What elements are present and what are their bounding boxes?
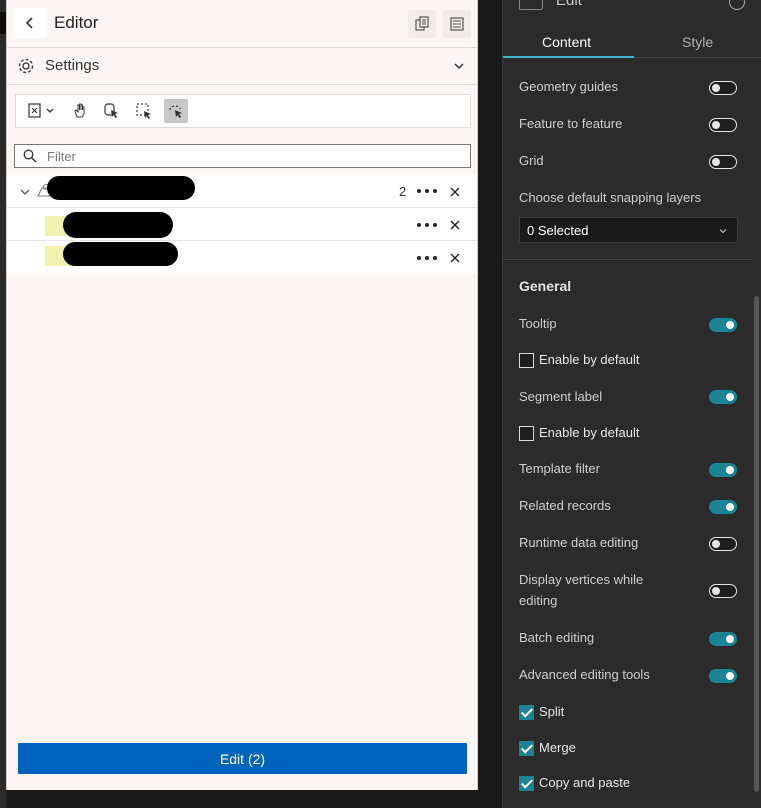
related-records-toggle[interactable] <box>709 500 737 514</box>
template-filter-label: Template filter <box>519 461 600 476</box>
segment-label-toggle[interactable] <box>709 390 737 404</box>
segment-enable-checkbox[interactable] <box>519 426 534 441</box>
tooltip-toggle[interactable] <box>709 318 737 332</box>
display-vertices-label-line2: editing <box>519 593 558 608</box>
snapping-layers-label: Choose default snapping layers <box>519 190 702 205</box>
layer-list: 2 <box>7 174 477 274</box>
merge-checkbox[interactable] <box>519 741 534 756</box>
template-filter-toggle[interactable] <box>709 463 737 477</box>
advanced-tools-toggle[interactable] <box>709 669 737 683</box>
related-records-label: Related records <box>519 498 611 513</box>
settings-panel: Edit Content Style Geometry guides Featu… <box>502 0 761 808</box>
editor-panel: Editor Settings Filter 2 Edit (2) <box>6 0 478 790</box>
more-options-button[interactable] <box>417 252 437 264</box>
app-root: Editor Settings Filter 2 Edit (2) Edit C… <box>0 0 761 808</box>
snapping-layers-select[interactable]: 0 Selected <box>519 217 738 243</box>
gear-icon <box>18 58 34 74</box>
batch-editing-toggle[interactable] <box>709 632 737 646</box>
general-section-title: General <box>519 278 572 294</box>
chevron-down-icon <box>454 63 464 70</box>
close-icon[interactable] <box>449 219 461 231</box>
panel-title: Edit <box>556 0 582 9</box>
snapping-layers-value: 0 Selected <box>527 222 589 238</box>
feature-row[interactable] <box>7 208 477 241</box>
layout-button[interactable] <box>443 10 471 38</box>
lasso-select-tool[interactable] <box>164 99 188 123</box>
select-feature-tool[interactable] <box>100 99 124 123</box>
batch-editing-label: Batch editing <box>519 630 595 645</box>
redacted-feature-name <box>63 212 173 238</box>
geometry-guides-label: Geometry guides <box>519 79 618 94</box>
search-icon <box>23 149 37 163</box>
segment-enable-label: Enable by default <box>539 425 640 440</box>
split-checkbox[interactable] <box>519 705 534 720</box>
rectangle-select-icon <box>136 103 151 119</box>
tab-content[interactable]: Content <box>542 34 591 50</box>
display-vertices-toggle[interactable] <box>709 584 737 598</box>
settings-row[interactable]: Settings <box>7 48 477 85</box>
runtime-data-editing-toggle[interactable] <box>709 537 737 551</box>
advanced-tools-label: Advanced editing tools <box>519 667 650 682</box>
display-vertices-label-line1: Display vertices while <box>519 572 644 587</box>
active-tab-indicator <box>503 56 634 58</box>
editor-title: Editor <box>54 13 99 32</box>
copy-paste-checkbox[interactable] <box>519 776 534 791</box>
copy-paste-label: Copy and paste <box>539 775 631 790</box>
geometry-guides-toggle[interactable] <box>709 81 737 95</box>
select-feature-icon <box>104 103 118 118</box>
runtime-data-editing-label: Runtime data editing <box>519 535 639 550</box>
grid-label: Grid <box>519 153 544 168</box>
back-button[interactable] <box>13 8 47 38</box>
scrollbar[interactable] <box>754 296 759 792</box>
info-icon[interactable] <box>729 0 745 10</box>
more-options-button[interactable] <box>417 185 437 197</box>
tab-style[interactable]: Style <box>682 34 713 50</box>
pan-tool[interactable] <box>68 99 92 123</box>
feature-to-feature-label: Feature to feature <box>519 116 623 131</box>
tooltip-enable-checkbox[interactable] <box>519 353 534 368</box>
grid-toggle[interactable] <box>709 155 737 169</box>
redacted-layer-name <box>47 176 195 200</box>
redacted-feature-name <box>63 242 178 266</box>
editor-toolbar <box>15 94 471 128</box>
lasso-select-icon <box>169 105 182 118</box>
segment-label-label: Segment label <box>519 389 603 404</box>
feature-to-feature-toggle[interactable] <box>709 118 737 132</box>
filter-field[interactable] <box>14 144 471 168</box>
copy-icon <box>415 16 429 31</box>
edit-button[interactable]: Edit (2) <box>18 743 467 774</box>
close-icon[interactable] <box>449 186 461 198</box>
section-divider <box>503 259 753 260</box>
tooltip-enable-label: Enable by default <box>539 352 640 367</box>
more-options-button[interactable] <box>417 219 437 231</box>
editor-header: Editor <box>7 0 477 48</box>
rectangle-select-tool[interactable] <box>132 99 156 123</box>
copy-layout-button[interactable] <box>408 10 436 38</box>
feature-row[interactable] <box>7 241 477 274</box>
create-features-dropdown[interactable] <box>24 99 60 123</box>
close-icon[interactable] <box>449 252 461 264</box>
create-feature-icon <box>28 103 54 118</box>
hand-icon <box>74 103 85 118</box>
layer-count: 2 <box>399 184 407 199</box>
settings-label: Settings <box>45 57 100 74</box>
edit-widget-icon <box>519 0 543 10</box>
split-label: Split <box>539 704 565 719</box>
filter-input[interactable] <box>47 147 447 165</box>
chevron-down-icon[interactable] <box>20 187 30 197</box>
tab-bar: Content Style <box>503 26 761 58</box>
chevron-left-icon <box>25 17 33 29</box>
merge-label: Merge <box>539 740 576 755</box>
tooltip-label: Tooltip <box>519 316 557 331</box>
layer-group-row[interactable]: 2 <box>7 174 477 208</box>
layout-icon <box>450 17 464 31</box>
chevron-down-icon <box>719 229 727 234</box>
